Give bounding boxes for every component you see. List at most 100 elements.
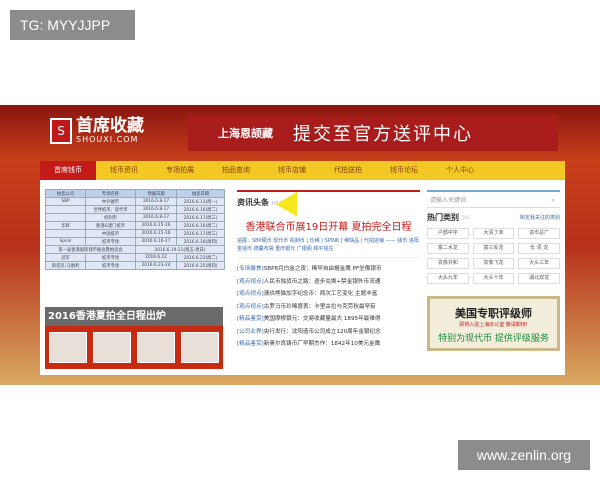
website-screenshot: S 首席收藏 SHOUXI.COM 上海恩颉藏 提交至官方送评中心 首席钱币 钱币… [0,105,600,385]
cell: 2016.6.8-17 [134,205,178,214]
overlay-tag: TG: MYYJJPP [10,10,135,40]
tag-item[interactable]: 造币总厂 [518,228,560,239]
schedule-banner[interactable]: 2016香港夏拍全日程出炉 [45,307,223,326]
col-header: 拍卖日期 [176,189,225,198]
cell: 中外硬币 [85,197,136,206]
nav-item[interactable]: 钱币资讯 [96,161,152,180]
ad-text: 提交至官方送评中心 [293,124,473,145]
cell: 世界纸币、现代币 [85,205,136,214]
search-placeholder: 请输入关键词 [430,197,467,204]
col-header: 拍卖公司 [44,189,87,198]
tag-item[interactable]: 大头九年 [427,273,469,284]
col-header: 预展日期 [134,189,178,198]
cell: 冠军 [44,253,87,262]
news-item[interactable]: [专场聚焦]SBP8月白金之夜：稀罕自由帽金鹰 PF坐像银币 [237,263,420,276]
nav-item[interactable]: 钱币店铺 [264,161,320,180]
tag-item[interactable]: 大头十年 [472,273,515,284]
tag-item[interactable]: 富三反龙 [472,243,515,254]
hot-link[interactable]: 制定我关注的类别 [520,214,560,221]
news-section: 资讯头条 HEADLINE 香港联合币展19日开幕 夏拍完全日程 拍展：SBP硬… [237,190,420,351]
news-item[interactable]: [观点视点]人民币独货币之路：逐步兑换+禁金银外币流通 [237,276,420,289]
sidebar: 请输入关键词 ⌕ 热门类别 TAG 制定我关注的类别 户部中字 大清丁未 造币总厂 富二水龙… [427,190,560,351]
news-title[interactable]: 澳玖熊猫加字纪念币：两次工艺变化 主题丰富 [264,291,378,297]
news-item[interactable]: [精品鉴赏]美国摩根银元：交易收藏量最大 1895年最难得 [237,313,420,326]
news-category[interactable]: [精品鉴赏] [237,316,264,322]
news-heading: 资讯头条 [237,198,269,207]
ad-banner[interactable]: 上海恩颉藏 提交至官方送评中心 [188,115,558,151]
news-list: [专场聚焦]SBP8月白金之夜：稀罕自由帽金鹰 PF坐像银币 [观点视点]人民币独… [237,263,420,351]
news-category[interactable]: [公司业界] [237,329,264,335]
thumbnail[interactable] [137,332,175,363]
cell: 2016.6.13(周一) [176,197,225,206]
news-category[interactable]: [观点视点] [237,291,264,297]
news-title[interactable]: 人民币独货币之路：逐步兑换+禁金银外币流通 [264,279,381,285]
tag-item[interactable]: 大头三年 [518,258,560,269]
tag-item[interactable]: 大清丁未 [472,228,515,239]
headline-links[interactable]: 拍展：SBP硬币 现代币 机制币 | 珍稀 | SPINK | 稀缺品 | 代拍… [237,237,420,258]
news-title[interactable]: 古罗马币珍稀度表：卡里古拉与克劳狄最罕有 [264,304,376,310]
logo-cn: 首席收藏 [76,116,144,136]
news-title[interactable]: 央行发行：沈阳造币公司成立120周年金银纪念 [264,329,381,335]
nav-item[interactable]: 首席钱币 [40,161,96,180]
site-logo[interactable]: S 首席收藏 SHOUXI.COM [50,117,144,144]
news-category[interactable]: [精品鉴赏] [237,341,264,347]
cell [44,229,87,238]
cell: 第一届香港国际钱币展会暨拍卖会 [45,245,136,254]
content: 拍卖公司 专场名称 预展日期 拍卖日期 SBP 中外硬币 2016.6.8-17 20… [40,180,565,375]
news-title[interactable]: 新奥尔良铸币厂早期杰作：1842年10美元金鹰 [264,341,380,347]
cell: 2016.6.16-17 [134,237,178,246]
promo-sub: 即将入驻上海办公室 敬请期待! [459,322,528,328]
promo-title: 美国专职评级师 [455,307,532,320]
ad-brand: 上海恩颉藏 [218,127,273,140]
search-input[interactable]: 请输入关键词 ⌕ [427,190,560,208]
news-category[interactable]: [观点视点] [237,304,264,310]
news-title[interactable]: 美国摩根银元：交易收藏量最大 1895年最难得 [264,316,381,322]
tag-grid: 户部中字 大清丁未 造币总厂富二水龙 富三反龙长 须 龙袁像共和 袁像飞龙 大头三年大头九… [427,228,560,284]
thumbnail[interactable] [181,332,219,363]
col-header: 专场名称 [85,189,136,198]
news-item[interactable]: [公司业界]央行发行：沈阳造币公司成立120周年金银纪念 [237,326,420,339]
table-row: 机制币 2016.6.8-17 2016.6.17(周三) [44,213,225,222]
nav-item[interactable]: 拍品查询 [208,161,264,180]
nav-item[interactable]: 个人中心 [432,161,488,180]
cell: 2016.6.23(周二) [176,253,225,262]
news-category[interactable]: [专场聚焦] [237,266,264,272]
table-row: 华辉 香港&澳门纸币 2016.6.15-16 2016.6.16(周二) [44,221,225,230]
cell: 2016.6.22 [134,253,178,262]
search-icon[interactable]: ⌕ [552,192,555,207]
cell: 2016.6.15-16 [134,221,178,230]
tag-item[interactable]: 袁像飞龙 [472,258,515,269]
headline[interactable]: 香港联合币展19日开幕 夏拍完全日程 [237,218,420,233]
tag-item[interactable]: 袁像共和 [427,258,469,269]
thumbnail[interactable] [93,332,131,363]
cell: 2016.6.18(周四) [176,237,225,246]
logo-en: SHOUXI.COM [76,135,139,144]
news-category[interactable]: [观点视点] [237,279,264,285]
tag-item[interactable]: 户部中字 [427,228,469,239]
cell: SBP [44,197,87,206]
nav-item[interactable]: 钱币论坛 [376,161,432,180]
tag-item[interactable]: 湖北双龙 [518,273,560,284]
cell: 2016.6.16(周二) [176,205,225,214]
tag-item[interactable]: 富二水龙 [427,243,469,254]
cell: 2016.6.8-17 [134,213,178,222]
table-row: 中国纸币 2016.6.15-16 2016.6.17(周三) [44,229,225,238]
cell: 2016.6.16(周二) [176,221,225,230]
news-item[interactable]: [观点视点]古罗马币珍稀度表：卡里古拉与克劳狄最罕有 [237,301,420,314]
cell: 斯塔克-马驰利 [44,261,87,270]
cell: 2016.6.15-16 [134,229,178,238]
news-item[interactable]: [精品鉴赏]新奥尔良铸币厂早期杰作：1842年10美元金鹰 [237,338,420,351]
nav-item[interactable]: 专场拍展 [152,161,208,180]
promo-line: 特别为现代币 提供评级服务 [438,334,549,344]
cell: Spink [44,237,87,246]
thumbnail[interactable] [49,332,87,363]
cell: 纸币专场 [85,237,136,246]
nav-item[interactable]: 代拍送拍 [320,161,376,180]
tag-item[interactable]: 长 须 龙 [518,243,560,254]
news-title[interactable]: SBP8月白金之夜：稀罕自由帽金鹰 PF坐像银币 [264,266,382,272]
cell: 华辉 [44,221,87,230]
cell: 纸币专场 [85,253,136,262]
news-item[interactable]: [观点视点]澳玖熊猫加字纪念币：两次工艺变化 主题丰富 [237,288,420,301]
logo-mark: S [50,117,72,144]
promo-ad[interactable]: 美国专职评级师 即将入驻上海办公室 敬请期待! 特别为现代币 提供评级服务 [427,296,560,351]
